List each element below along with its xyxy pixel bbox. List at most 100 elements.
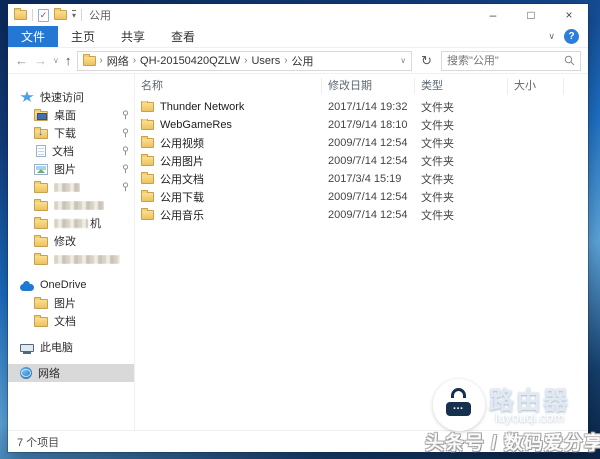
ribbon-right-controls: ∨ ? — [548, 26, 588, 47]
file-name: 公用图片 — [160, 153, 204, 169]
up-button[interactable]: ↑ — [65, 54, 72, 67]
sidebar-item-xiugai[interactable]: 修改 — [8, 232, 134, 250]
sidebar-item-censored-3[interactable]: 机 — [8, 214, 134, 232]
address-dropdown-icon[interactable]: ∨ — [400, 56, 406, 65]
censored-label — [54, 219, 88, 228]
sidebar-item-network[interactable]: 网络 — [8, 364, 134, 382]
folder-icon — [141, 102, 154, 112]
network-icon — [20, 367, 32, 379]
file-date: 2017/1/14 19:32 — [322, 101, 415, 113]
file-type: 文件夹 — [415, 207, 508, 223]
file-type: 文件夹 — [415, 99, 508, 115]
ribbon-tab-3[interactable]: 查看 — [158, 26, 208, 47]
sidebar-item-label: 桌面 — [54, 107, 76, 123]
ribbon-tab-1[interactable]: 主页 — [58, 26, 108, 47]
sidebar-item-label: 文档 — [54, 313, 76, 329]
column-header-type[interactable]: 类型 — [415, 78, 508, 94]
column-header-size[interactable]: 大小 — [508, 78, 564, 94]
column-header-name[interactable]: 名称 — [135, 78, 322, 94]
sidebar-item-downloads[interactable]: 下载 — [8, 124, 134, 142]
folder-icon — [141, 174, 154, 184]
file-name: 公用音乐 — [160, 207, 204, 223]
status-bar: 7 个项目 — [8, 430, 588, 452]
sidebar-item-this-pc[interactable]: 此电脑 — [8, 338, 134, 356]
sidebar-item-quick-access[interactable]: 快速访问 — [8, 88, 134, 106]
search-box[interactable] — [441, 51, 581, 71]
file-list-pane: 名称 修改日期 类型 大小 Thunder Network 2017/1/14 … — [135, 74, 588, 430]
close-button[interactable]: × — [550, 4, 588, 26]
ribbon-tab-2[interactable]: 共享 — [108, 26, 158, 47]
sidebar-item-label: 此电脑 — [40, 339, 73, 355]
file-name: 公用下载 — [160, 189, 204, 205]
desktop-icon — [34, 111, 48, 121]
sidebar-item-label: 修改 — [54, 233, 76, 249]
help-icon[interactable]: ? — [564, 29, 579, 44]
qat-customize-icon[interactable]: ▾ — [72, 10, 76, 20]
new-folder-icon[interactable] — [54, 10, 67, 20]
back-button[interactable]: ← — [15, 54, 28, 67]
properties-icon[interactable]: ✓ — [38, 9, 49, 22]
folder-icon — [141, 120, 154, 130]
file-type: 文件夹 — [415, 189, 508, 205]
file-row[interactable]: 公用下载 2009/7/14 12:54 文件夹 — [135, 188, 588, 206]
refresh-icon[interactable]: ↻ — [418, 53, 435, 69]
sidebar-item-censored-1[interactable] — [8, 178, 134, 196]
breadcrumb-separator: › — [244, 55, 247, 66]
breadcrumb-item[interactable]: Users — [250, 55, 281, 67]
pin-icon — [121, 182, 130, 192]
cloud-icon — [20, 284, 34, 291]
address-bar: ← → ∨ ↑ ›网络 ›QH-20150420QZLW ›Users ›公用 … — [8, 48, 588, 74]
file-date: 2009/7/14 12:54 — [322, 155, 415, 167]
file-list-body: Thunder Network 2017/1/14 19:32 文件夹 WebG… — [135, 98, 588, 224]
sidebar-item-desktop[interactable]: 桌面 — [8, 106, 134, 124]
sidebar-item-onedrive[interactable]: OneDrive — [8, 276, 134, 294]
sidebar-item-label: 图片 — [54, 295, 76, 311]
documents-icon — [36, 145, 46, 157]
sidebar-item-label: OneDrive — [40, 279, 86, 291]
sidebar-item-pictures[interactable]: 图片 — [8, 160, 134, 178]
file-date: 2009/7/14 12:54 — [322, 137, 415, 149]
recent-locations-icon[interactable]: ∨ — [53, 57, 59, 65]
file-row[interactable]: 公用音乐 2009/7/14 12:54 文件夹 — [135, 206, 588, 224]
minimize-button[interactable]: – — [474, 4, 512, 26]
file-date: 2017/9/14 18:10 — [322, 119, 415, 131]
quick-access-toolbar: ✓ ▾ 公用 — [14, 7, 111, 23]
breadcrumb-item[interactable]: 公用 — [291, 53, 315, 69]
file-row[interactable]: 公用视频 2009/7/14 12:54 文件夹 — [135, 134, 588, 152]
folder-icon — [141, 138, 154, 148]
breadcrumb-item[interactable]: 网络 — [106, 53, 130, 69]
sidebar-item-onedrive-pictures[interactable]: 图片 — [8, 294, 134, 312]
file-type: 文件夹 — [415, 171, 508, 187]
sidebar-item-label: 图片 — [54, 161, 76, 177]
explorer-window: ✓ ▾ 公用 – □ × 文件主页共享查看 ∨ ? ← → ∨ ↑ ›网络 ›Q… — [8, 4, 588, 452]
sidebar-item-documents[interactable]: 文档 — [8, 142, 134, 160]
file-row[interactable]: WebGameRes 2017/9/14 18:10 文件夹 — [135, 116, 588, 134]
ribbon-collapse-icon[interactable]: ∨ — [548, 31, 555, 42]
breadcrumb-item[interactable]: QH-20150420QZLW — [139, 55, 241, 67]
pc-icon — [20, 344, 34, 352]
pin-icon — [121, 110, 130, 120]
sidebar-item-onedrive-documents[interactable]: 文档 — [8, 312, 134, 330]
window-title: 公用 — [89, 7, 111, 23]
window-folder-icon — [14, 10, 27, 20]
file-row[interactable]: 公用文档 2017/3/4 15:19 文件夹 — [135, 170, 588, 188]
breadcrumb[interactable]: ›网络 ›QH-20150420QZLW ›Users ›公用 ∨ — [77, 51, 412, 71]
ribbon-tab-0[interactable]: 文件 — [8, 26, 58, 47]
sidebar-item-censored-2[interactable] — [8, 196, 134, 214]
breadcrumb-folder-icon — [83, 56, 96, 66]
maximize-button[interactable]: □ — [512, 4, 550, 26]
sidebar-item-label: 下载 — [54, 125, 76, 141]
file-type: 文件夹 — [415, 135, 508, 151]
folder-icon — [34, 255, 48, 265]
file-row[interactable]: 公用图片 2009/7/14 12:54 文件夹 — [135, 152, 588, 170]
search-input[interactable] — [447, 55, 564, 67]
file-name: 公用视频 — [160, 135, 204, 151]
file-row[interactable]: Thunder Network 2017/1/14 19:32 文件夹 — [135, 98, 588, 116]
file-date: 2009/7/14 12:54 — [322, 191, 415, 203]
sidebar-item-censored-4[interactable] — [8, 250, 134, 268]
forward-button[interactable]: → — [34, 54, 47, 67]
title-bar: ✓ ▾ 公用 – □ × — [8, 4, 588, 26]
column-header-date[interactable]: 修改日期 — [322, 78, 415, 94]
folder-icon — [34, 299, 48, 309]
censored-label — [54, 255, 120, 264]
